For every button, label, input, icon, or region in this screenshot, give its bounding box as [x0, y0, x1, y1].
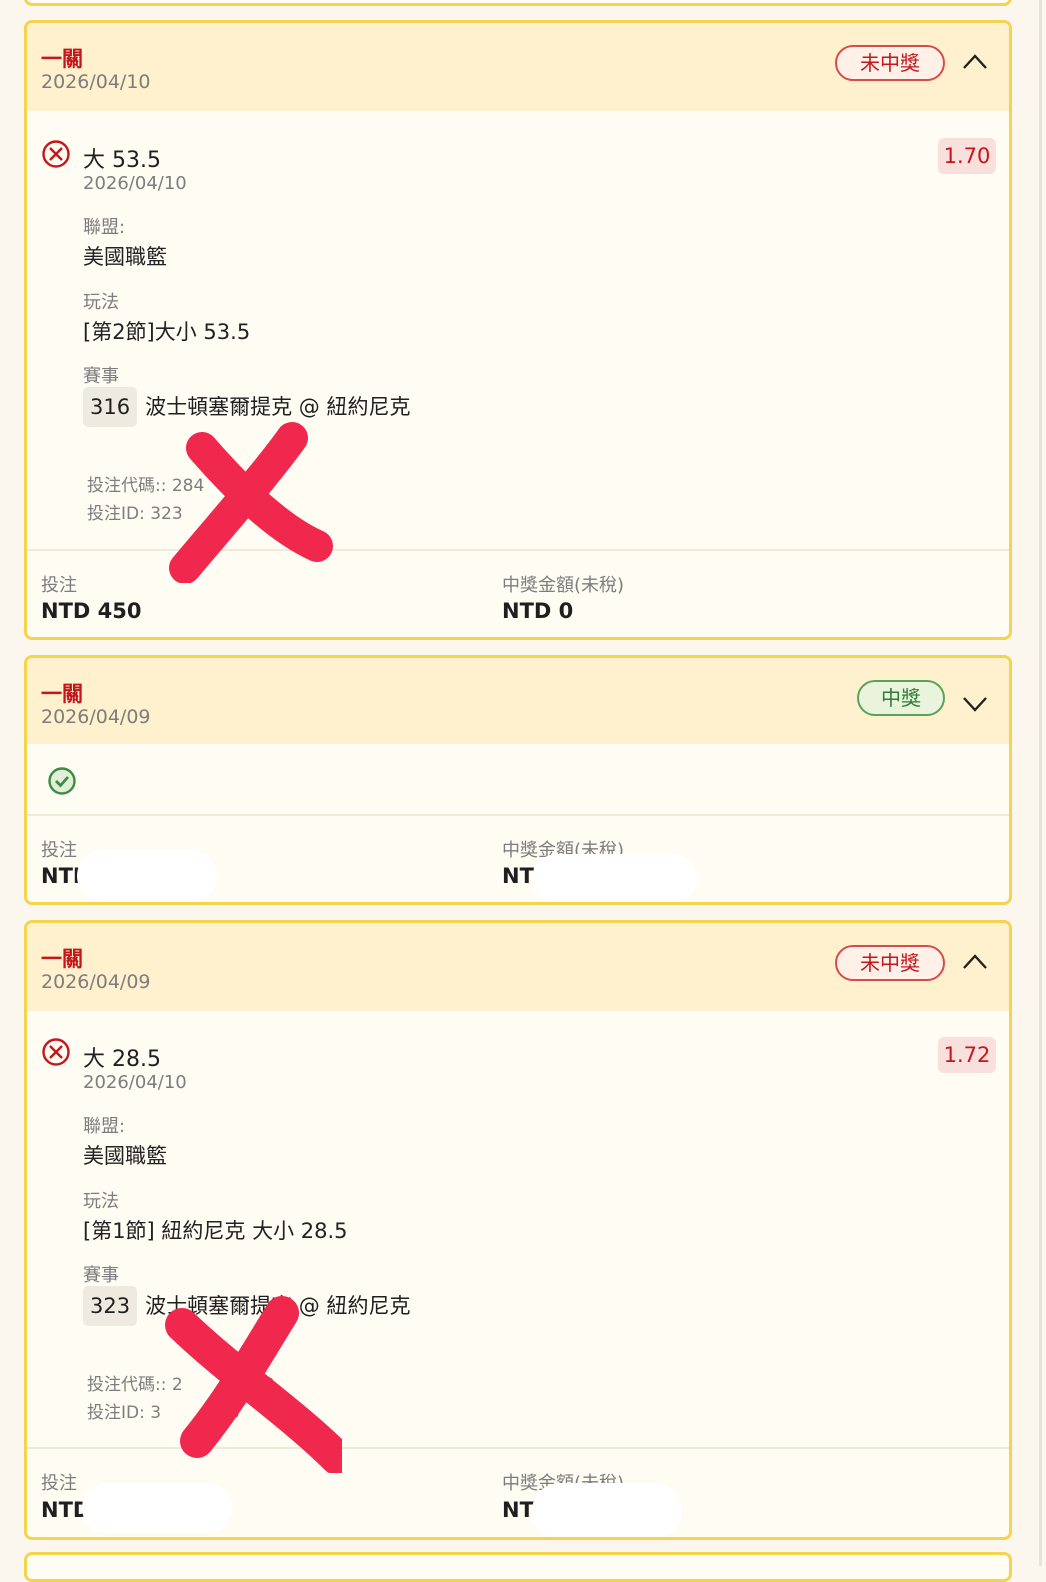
event-label: 賽事	[83, 1265, 119, 1286]
payout-value: NT	[502, 864, 534, 888]
bet-card[interactable]: 一關 2026/04/10 未中獎 大 53.5 1.70 2026/04/10…	[24, 20, 1012, 640]
market-value: [第2節]大小 53.5	[83, 320, 251, 344]
stake-label: 投注	[41, 575, 77, 596]
bet-date: 2026/04/10	[41, 71, 151, 93]
market-label: 玩法	[83, 1191, 119, 1212]
selection-date: 2026/04/10	[83, 1072, 187, 1093]
event-number: 316	[83, 387, 138, 427]
selection-date: 2026/04/10	[83, 173, 187, 194]
chevron-up-icon[interactable]	[961, 951, 989, 971]
selection-title: 大 53.5	[83, 148, 161, 173]
next-bet-card-edge	[24, 1552, 1012, 1582]
bet-date: 2026/04/09	[41, 971, 151, 993]
previous-bet-card-edge	[24, 0, 1012, 6]
chevron-down-icon[interactable]	[961, 694, 989, 714]
bet-type: 一關	[41, 47, 83, 71]
bet-type: 一關	[41, 682, 83, 706]
event-number: 323	[83, 1286, 138, 1326]
stake-label: 投注	[41, 840, 77, 861]
market-value: [第1節] 紐約尼克 大小 28.5	[83, 1219, 348, 1243]
bet-card-header[interactable]: 一關 2026/04/09 未中獎	[27, 923, 1009, 1011]
bet-date: 2026/04/09	[41, 706, 151, 728]
status-badge: 中獎	[857, 680, 945, 716]
event-name: 波士頓塞爾提克 @ 紐約尼克	[145, 395, 411, 419]
stake-label: 投注	[41, 1473, 77, 1494]
redaction-blot	[82, 1483, 232, 1533]
status-badge: 未中獎	[835, 45, 945, 81]
league-value: 美國職籃	[83, 1144, 167, 1168]
payout-value: NTD 0	[502, 599, 574, 623]
redaction-blot	[532, 1483, 682, 1537]
bet-card-header[interactable]: 一關 2026/04/10 未中獎	[27, 23, 1009, 111]
check-circle-icon	[48, 767, 76, 795]
payout-label: 中獎金額(未稅)	[502, 575, 625, 596]
x-circle-icon	[42, 140, 70, 168]
odds-badge: 1.72	[938, 1037, 996, 1073]
league-label: 聯盟:	[83, 217, 126, 238]
bet-card[interactable]: 一關 2026/04/09 中獎 投注 NTI 中獎金額(未稅) NT	[24, 655, 1012, 905]
stake-value: NTD 450	[41, 599, 142, 623]
scrollbar[interactable]	[1039, 0, 1042, 1566]
redaction-blot	[532, 854, 697, 902]
market-label: 玩法	[83, 292, 119, 313]
bet-card-header[interactable]: 一關 2026/04/09 中獎	[27, 658, 1009, 744]
bet-card[interactable]: 一關 2026/04/09 未中獎 大 28.5 1.72 2026/04/10…	[24, 920, 1012, 1540]
league-value: 美國職籃	[83, 245, 167, 269]
status-badge: 未中獎	[835, 945, 945, 981]
league-label: 聯盟:	[83, 1116, 126, 1137]
selection-title: 大 28.5	[83, 1047, 161, 1072]
chevron-up-icon[interactable]	[961, 51, 989, 71]
x-circle-icon	[42, 1038, 70, 1066]
event-label: 賽事	[83, 366, 119, 387]
odds-badge: 1.70	[938, 138, 996, 174]
bet-type: 一關	[41, 947, 83, 971]
stake-value: NTI	[41, 864, 81, 888]
red-x-annotation	[165, 1296, 342, 1473]
redaction-blot	[77, 850, 217, 902]
red-x-annotation	[169, 422, 333, 583]
divider	[27, 814, 1009, 816]
